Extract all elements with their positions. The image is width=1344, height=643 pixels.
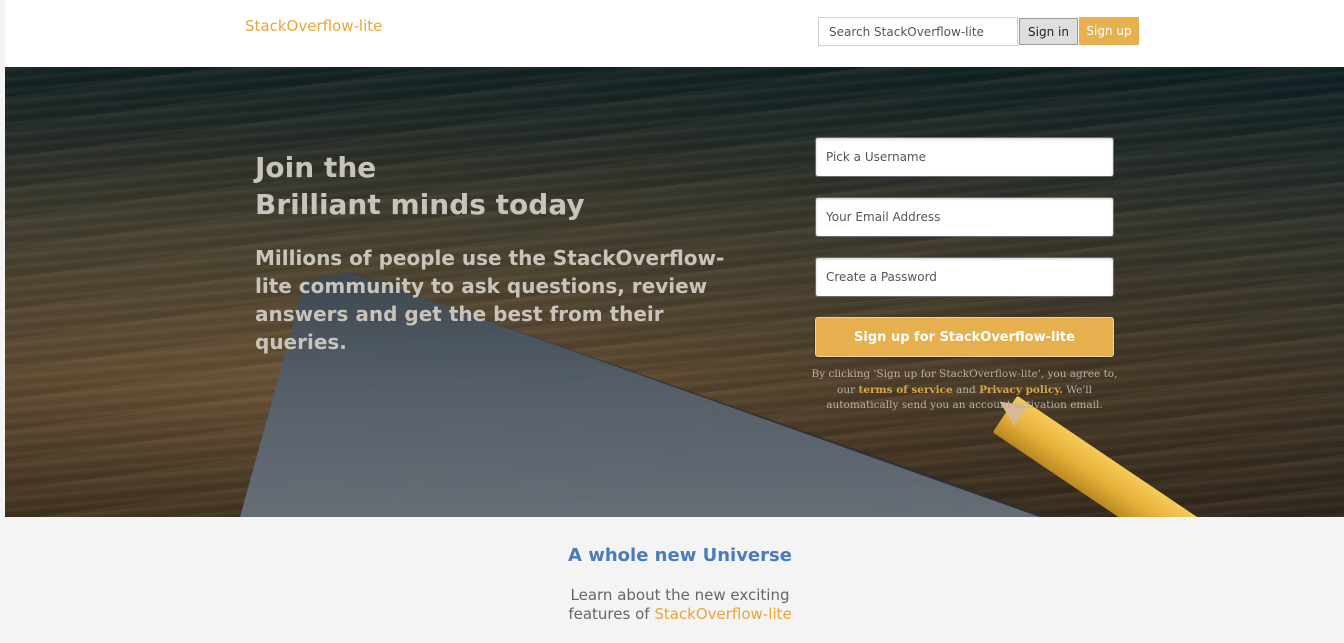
signup-submit-button[interactable]: Sign up for StackOverflow-lite [815,317,1114,357]
hero-section: Join the Brilliant minds today Millions … [5,67,1344,517]
email-field[interactable] [815,197,1114,237]
features-line-1: Learn about the new exciting [570,586,790,604]
features-description: Learn about the new exciting features of… [0,586,1344,624]
features-line-2-prefix: features of [568,605,650,623]
sign-up-button[interactable]: Sign up [1079,17,1139,45]
privacy-policy-link[interactable]: Privacy policy. [979,384,1063,396]
hero-heading-line-2: Brilliant minds today [255,188,585,221]
top-navbar: StackOverflow-lite Sign in Sign up [5,0,1344,67]
username-field[interactable] [815,137,1114,177]
features-heading: A whole new Universe [568,545,792,566]
search-input[interactable] [818,17,1018,46]
terms-of-service-link[interactable]: terms of service [858,384,952,396]
hero-description: Millions of people use the StackOverflow… [255,246,725,354]
terms-and-text: and [956,383,976,396]
features-brand-link[interactable]: StackOverflow-lite [654,605,791,623]
terms-notice: By clicking 'Sign up for StackOverflow-l… [811,367,1118,414]
hero-heading-line-1: Join the [255,151,377,184]
hero-heading: Join the Brilliant minds today [255,149,735,223]
password-field[interactable] [815,257,1114,297]
sign-in-button[interactable]: Sign in [1019,18,1078,45]
brand-logo-link[interactable]: StackOverflow-lite [245,17,382,35]
